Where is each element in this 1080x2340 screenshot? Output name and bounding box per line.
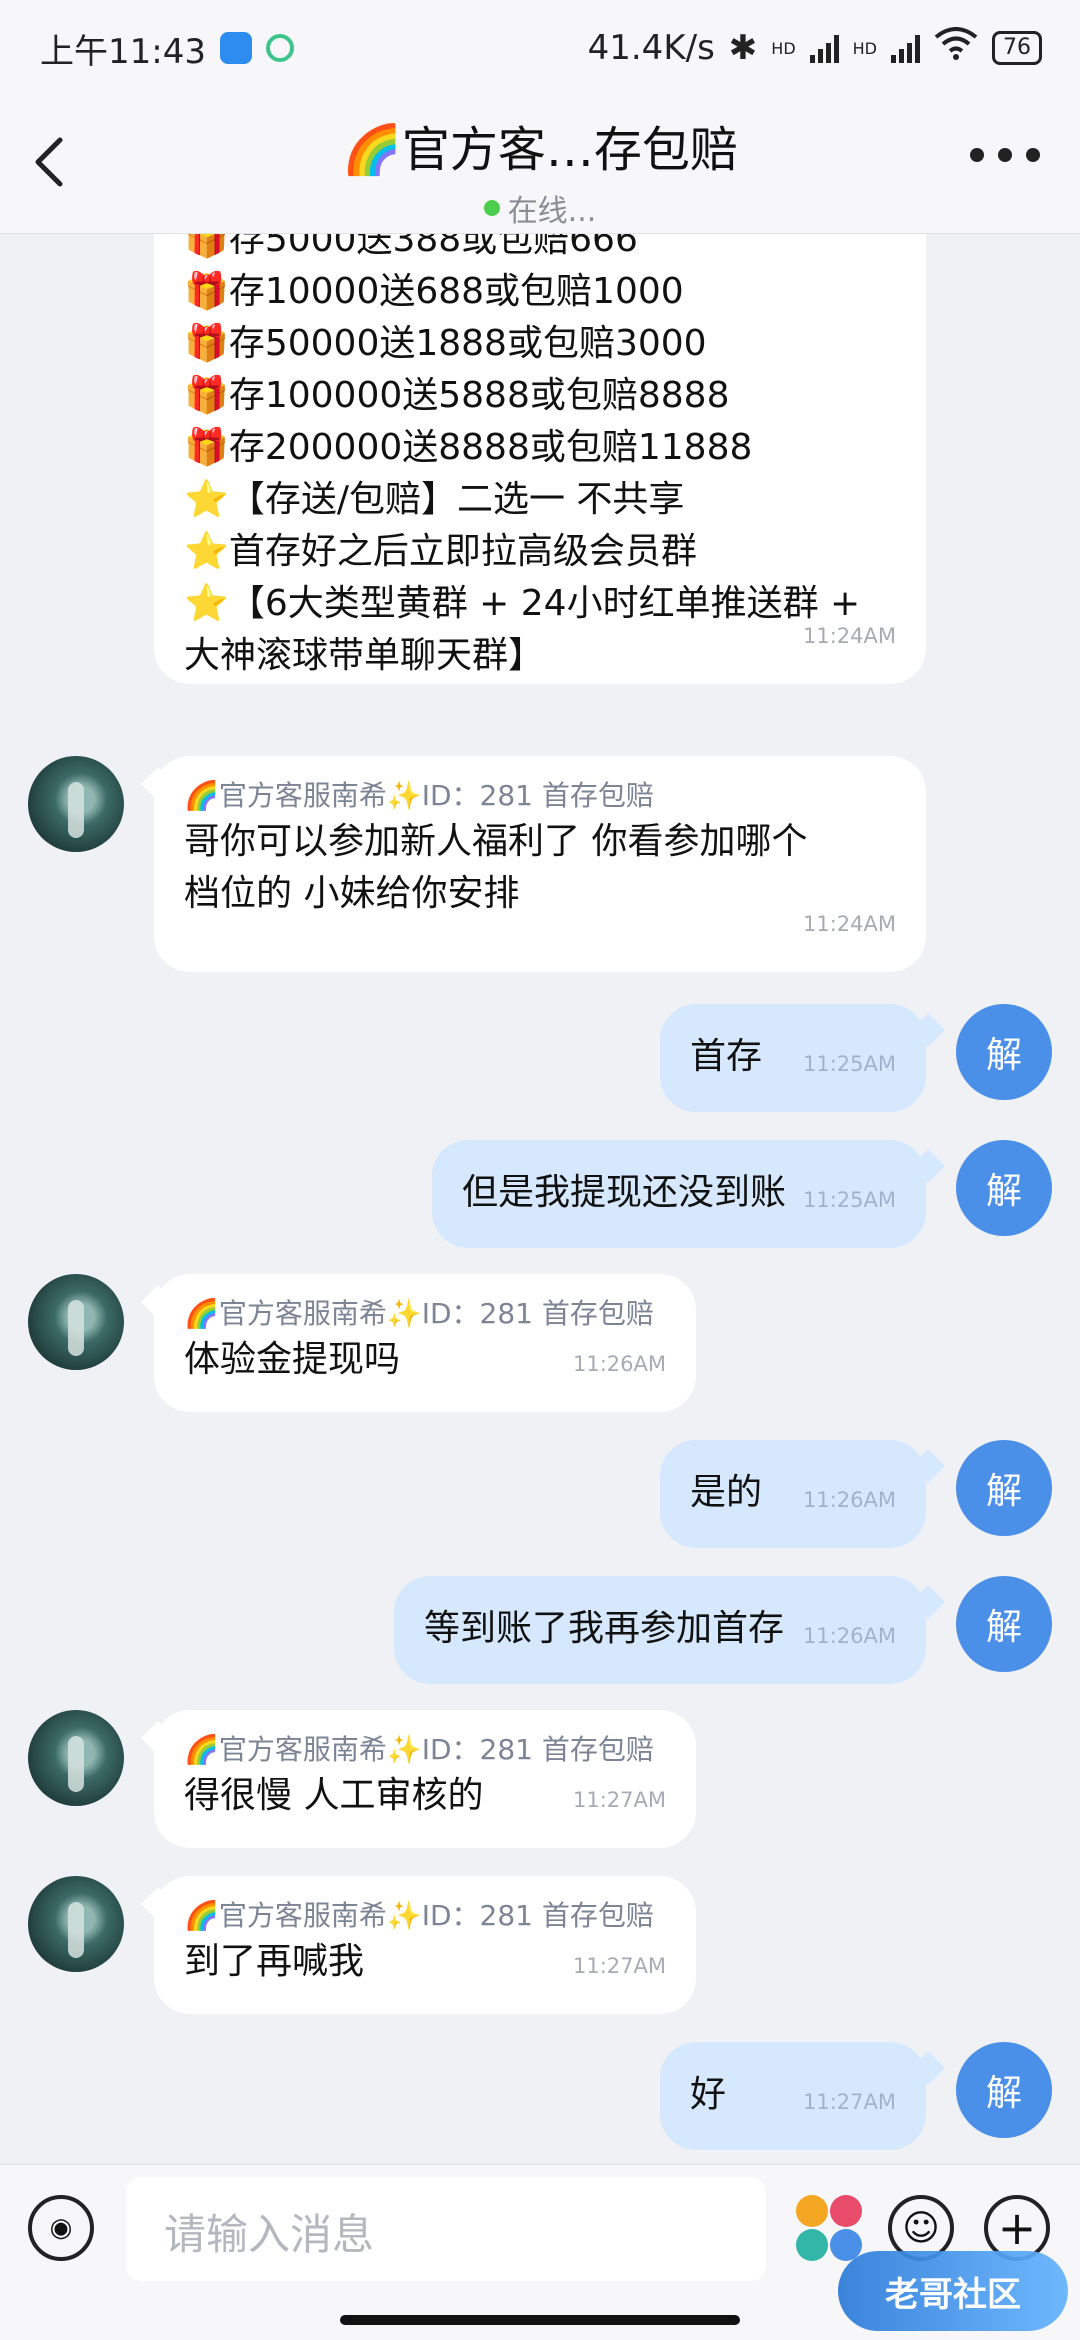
message-time: 11:24AM [802, 912, 896, 936]
message-time: 11:26AM [802, 1624, 896, 1648]
message-line: 🎁存200000送8888或包赔11888 [184, 427, 753, 468]
message-line: 🎁存50000送1888或包赔3000 [184, 323, 707, 364]
chat-header: 🌈官方客…存包赔 在线... [0, 96, 1080, 234]
message-line: 🎁存5000送388或包赔666 [184, 234, 638, 260]
message-line: 大神滚球带单聊天群】 [184, 635, 545, 676]
message-bubble-agent[interactable]: 🌈官方客服南希✨ID：281 首存包赔 得很慢 人工审核的 11:27AM [154, 1710, 696, 1848]
sender-name: 🌈官方客服南希✨ID：281 首存包赔 [184, 1297, 654, 1330]
chevron-left-icon[interactable] [22, 132, 82, 192]
agent-avatar[interactable] [28, 1710, 124, 1806]
message-time: 11:24AM [802, 624, 896, 648]
presence-text: 在线... [507, 194, 597, 229]
agent-avatar[interactable] [28, 1274, 124, 1370]
message-line: ⭐【存送/包赔】二选一 不共享 [184, 479, 685, 520]
my-avatar[interactable]: 解 [956, 1004, 1052, 1100]
app-notification-icon-2 [265, 34, 294, 62]
wifi-icon [934, 26, 978, 70]
my-avatar[interactable]: 解 [956, 2042, 1052, 2138]
message-bubble-me[interactable]: 但是我提现还没到账 11:25AM [432, 1140, 926, 1248]
status-bar: 上午11:43 41.4K/s ✱ HD HD 76 [0, 0, 1080, 96]
message-bubble-agent[interactable]: 🎁存5000送388或包赔666 🎁存10000送688或包赔1000 🎁存50… [154, 234, 926, 684]
message-bubble-me[interactable]: 首存 11:25AM [660, 1004, 926, 1112]
message-input[interactable]: 请输入消息 [126, 2177, 766, 2281]
bluetooth-icon: ✱ [728, 28, 758, 68]
home-indicator[interactable] [340, 2315, 740, 2325]
message-time: 11:26AM [802, 1488, 896, 1512]
agent-avatar[interactable] [28, 756, 124, 852]
my-avatar[interactable]: 解 [956, 1140, 1052, 1236]
watermark-logo: 老哥社区 [838, 2251, 1068, 2331]
chat-message-list[interactable]: 🎁存5000送388或包赔666 🎁存10000送688或包赔1000 🎁存50… [0, 234, 1080, 2164]
app-notification-icon [219, 32, 252, 64]
clover-apps-icon[interactable] [796, 2195, 862, 2261]
sender-name: 🌈官方客服南希✨ID：281 首存包赔 [184, 779, 654, 812]
hd-label-1: HD [771, 38, 796, 58]
battery-indicator: 76 [992, 31, 1042, 65]
message-time: 11:27AM [572, 1788, 666, 1812]
presence-status: 在线... [240, 186, 840, 230]
message-line: 档位的 小妹给你安排 [184, 873, 520, 914]
sender-name: 🌈官方客服南希✨ID：281 首存包赔 [184, 1899, 654, 1932]
my-avatar[interactable]: 解 [956, 1576, 1052, 1672]
network-speed: 41.4K/s [587, 28, 715, 68]
signal-icon-1 [809, 33, 839, 63]
message-bubble-agent[interactable]: 🌈官方客服南希✨ID：281 首存包赔 体验金提现吗 11:26AM [154, 1274, 696, 1412]
message-line: ⭐【6大类型黄群 + 24小时红单推送群 + [184, 583, 861, 624]
message-line: 哥你可以参加新人福利了 你看参加哪个 [184, 821, 808, 862]
message-time: 11:25AM [802, 1052, 896, 1076]
message-time: 11:27AM [572, 1954, 666, 1978]
hd-label-2: HD [852, 38, 877, 58]
message-bubble-me[interactable]: 好 11:27AM [660, 2042, 926, 2150]
message-line: 🎁存100000送5888或包赔8888 [184, 375, 730, 416]
sender-name: 🌈官方客服南希✨ID：281 首存包赔 [184, 1733, 654, 1766]
status-time: 上午11:43 [40, 31, 206, 72]
voice-icon[interactable]: ◉ [28, 2195, 94, 2261]
message-bubble-me[interactable]: 等到账了我再参加首存 11:26AM [394, 1576, 926, 1684]
message-bubble-agent[interactable]: 🌈官方客服南希✨ID：281 首存包赔 哥你可以参加新人福利了 你看参加哪个 档… [154, 756, 926, 972]
message-bubble-agent[interactable]: 🌈官方客服南希✨ID：281 首存包赔 到了再喊我 11:27AM [154, 1876, 696, 2014]
message-bubble-me[interactable]: 是的 11:26AM [660, 1440, 926, 1548]
chat-title-block[interactable]: 🌈官方客…存包赔 在线... [240, 110, 840, 230]
message-time: 11:25AM [802, 1188, 896, 1212]
input-bar: ◉ 请输入消息 ☺ + 老哥社区 [0, 2164, 1080, 2340]
message-time: 11:26AM [572, 1352, 666, 1376]
online-dot-icon [483, 200, 500, 216]
message-line: 🎁存10000送688或包赔1000 [184, 271, 684, 312]
more-dots-icon[interactable] [970, 148, 1040, 162]
signal-icon-2 [891, 33, 920, 63]
message-line: ⭐首存好之后立即拉高级会员群 [184, 531, 697, 572]
my-avatar[interactable]: 解 [956, 1440, 1052, 1536]
message-time: 11:27AM [802, 2090, 896, 2114]
agent-avatar[interactable] [28, 1876, 124, 1972]
chat-title: 🌈官方客…存包赔 [342, 122, 738, 178]
